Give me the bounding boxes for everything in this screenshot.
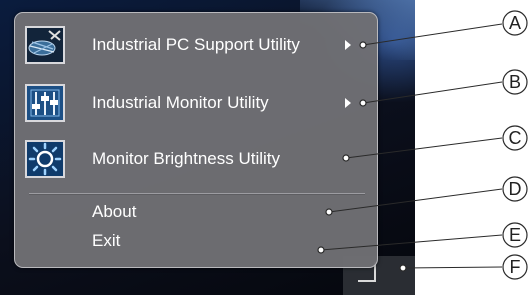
callout-line-f: [402, 266, 503, 269]
callout-line-e: [320, 234, 503, 251]
callout-dot-d: [325, 208, 333, 216]
callout-dot-b: [359, 99, 367, 107]
callout-letter-f: F: [510, 257, 521, 277]
callout-letter-e: E: [509, 225, 521, 245]
callout-annotations: A B C D E F: [317, 10, 528, 280]
callout-dot-f: [399, 264, 407, 272]
callout-letter-a: A: [509, 13, 521, 33]
callout-line-c: [345, 137, 503, 159]
callout-letter-b: B: [509, 72, 521, 92]
callout-dot-a: [359, 41, 367, 49]
callout-line-a: [362, 23, 503, 46]
callout-letter-d: D: [509, 179, 522, 199]
callout-line-b: [362, 81, 503, 104]
callout-line-d: [328, 188, 503, 213]
callout-letter-c: C: [509, 128, 522, 148]
callout-dot-c: [342, 154, 350, 162]
callout-dot-e: [317, 246, 325, 254]
